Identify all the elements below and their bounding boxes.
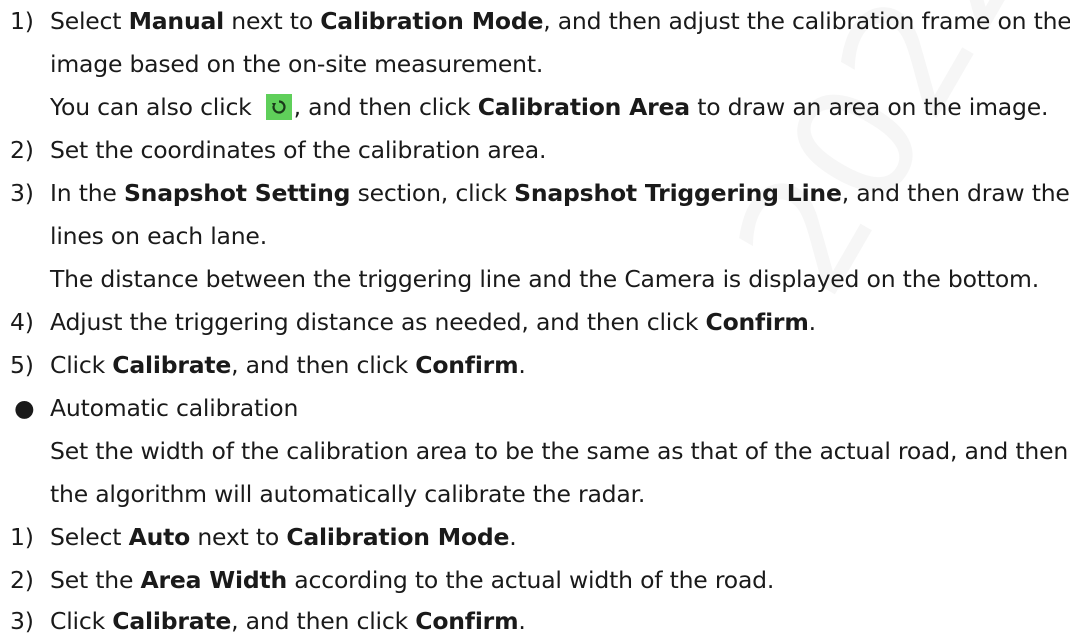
field-calibration-mode: Calibration Mode xyxy=(286,523,510,551)
refresh-icon xyxy=(265,94,292,120)
step-number: 5) xyxy=(10,351,34,379)
area-width-label: Area Width xyxy=(140,566,288,594)
option-manual: Manual xyxy=(128,7,225,35)
step-number: 1) xyxy=(10,523,34,551)
option-auto: Auto xyxy=(128,523,191,551)
snapshot-setting-label: Snapshot Setting xyxy=(123,179,351,207)
step-number: 1) xyxy=(10,7,34,35)
step-number: 3) xyxy=(10,179,34,207)
calibrate-label: Calibrate xyxy=(112,351,232,379)
step-number: 4) xyxy=(10,308,34,336)
document-page: 2022-05-20 1) Select Manual next to Cali… xyxy=(0,0,1070,635)
step-number: 2) xyxy=(10,566,34,594)
confirm-label: Confirm xyxy=(415,607,519,635)
confirm-label: Confirm xyxy=(705,308,809,336)
step-text: Select Manual next to Calibration Mode, … xyxy=(50,7,1070,35)
bullet-icon: ● xyxy=(14,394,35,422)
step-number: 2) xyxy=(10,136,34,164)
confirm-label: Confirm xyxy=(415,351,519,379)
calibrate-label: Calibrate xyxy=(112,607,232,635)
step-number: 3) xyxy=(10,607,34,635)
snapshot-triggering-line-label: Snapshot Triggering Line xyxy=(514,179,842,207)
field-calibration-mode: Calibration Mode xyxy=(320,7,544,35)
calibration-area-label: Calibration Area xyxy=(477,93,690,121)
